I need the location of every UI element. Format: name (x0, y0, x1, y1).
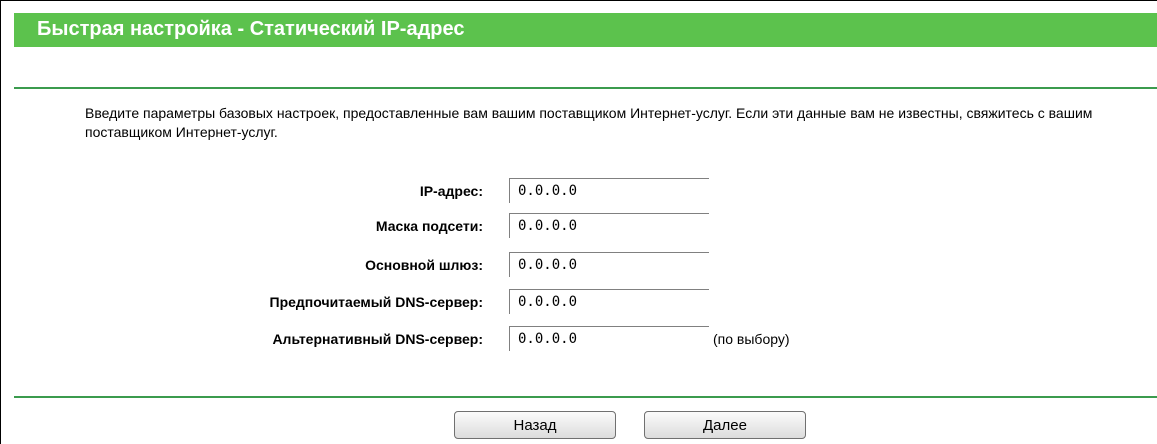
next-button[interactable]: Далее (644, 411, 806, 439)
form-row-ip-address: IP-адрес: (1, 178, 1157, 204)
subnet-mask-label: Маска подсети: (375, 218, 483, 234)
form-row-secondary-dns: Альтернативный DNS-сервер: (по выбору) (1, 326, 1157, 352)
default-gateway-input[interactable] (509, 252, 709, 277)
bottom-divider (14, 396, 1157, 398)
ip-address-input[interactable] (509, 178, 709, 203)
top-divider (14, 87, 1157, 89)
form-row-default-gateway: Основной шлюз: (1, 252, 1157, 278)
subnet-mask-input[interactable] (509, 213, 709, 238)
quick-setup-panel: Быстрая настройка - Статический IP-адрес… (0, 0, 1157, 444)
form-row-subnet-mask: Маска подсети: (1, 213, 1157, 239)
back-button[interactable]: Назад (454, 411, 616, 439)
primary-dns-label: Предпочитаемый DNS-сервер: (269, 294, 484, 310)
secondary-dns-label: Альтернативный DNS-сервер: (272, 331, 483, 347)
ip-address-label: IP-адрес: (419, 183, 483, 199)
default-gateway-label: Основной шлюз: (365, 257, 483, 273)
page-title: Быстрая настройка - Статический IP-адрес (37, 18, 465, 40)
instructions-text: Введите параметры базовых настроек, пред… (85, 105, 1093, 140)
secondary-dns-input[interactable] (509, 326, 709, 351)
form-row-primary-dns: Предпочитаемый DNS-сервер: (1, 289, 1157, 315)
optional-note: (по выбору) (713, 331, 790, 347)
primary-dns-input[interactable] (509, 289, 709, 314)
page-header: Быстрая настройка - Статический IP-адрес (14, 13, 1157, 47)
